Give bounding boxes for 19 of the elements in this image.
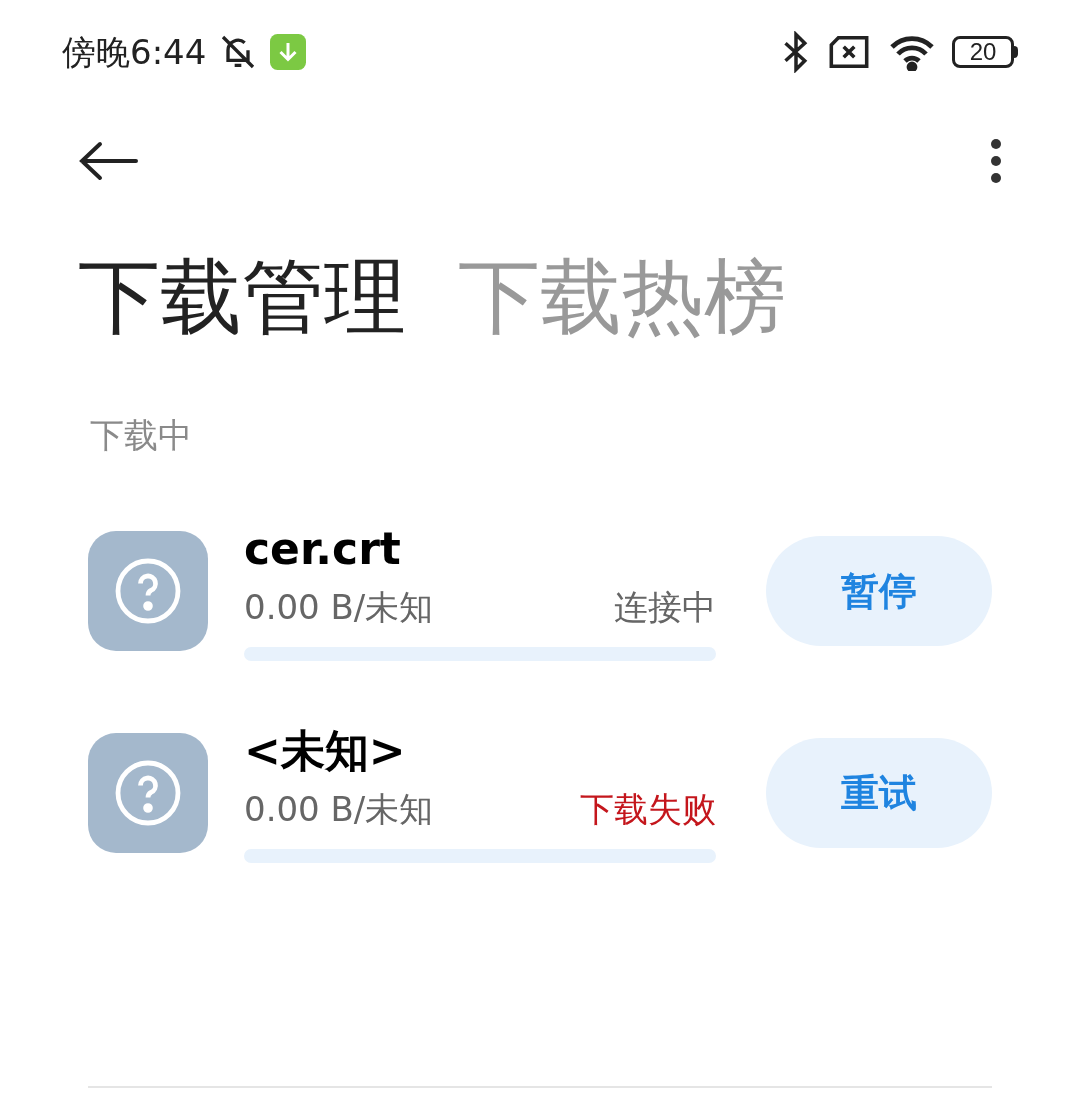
tab[interactable]: 下载热榜 bbox=[458, 256, 786, 338]
file-name: <未知> bbox=[244, 724, 407, 778]
action-button[interactable]: 重试 bbox=[766, 738, 992, 848]
section-title: 下载中 bbox=[89, 414, 193, 457]
download-icon bbox=[270, 34, 307, 70]
more-options-icon[interactable] bbox=[990, 138, 1002, 184]
action-button[interactable]: 暂停 bbox=[766, 536, 992, 646]
download-status: 连接中 bbox=[614, 586, 716, 629]
bluetooth-icon bbox=[782, 31, 810, 73]
file-size: 0.00 B/未知 bbox=[244, 788, 434, 831]
file-name: cer.crt bbox=[244, 522, 402, 576]
wifi-icon bbox=[888, 33, 936, 71]
file-icon bbox=[88, 733, 208, 853]
clock-time: 傍晚6:44 bbox=[62, 30, 207, 74]
tab[interactable]: 下载管理 bbox=[78, 256, 406, 338]
download-status: 下载失败 bbox=[580, 788, 716, 831]
file-icon bbox=[88, 531, 208, 651]
file-size: 0.00 B/未知 bbox=[244, 586, 434, 629]
back-arrow-icon[interactable] bbox=[78, 141, 138, 181]
